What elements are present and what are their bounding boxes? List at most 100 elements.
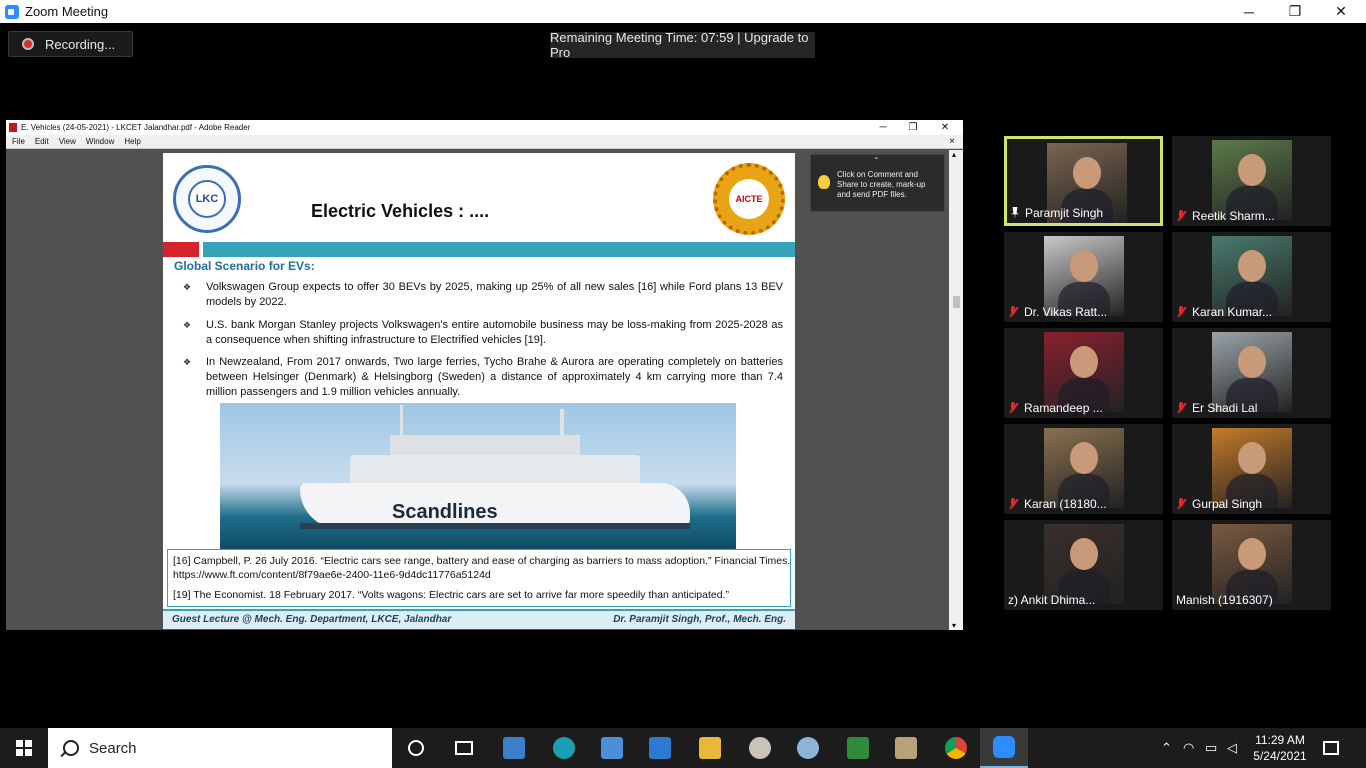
participant-name-text: Manish (1916307) (1176, 593, 1273, 607)
participant-tile[interactable]: Dr. Vikas Ratt... (1004, 232, 1163, 322)
file-explorer-app[interactable] (686, 728, 734, 768)
zoom-app-icon (5, 4, 19, 19)
store-app[interactable] (588, 728, 636, 768)
participant-tile[interactable]: Karan (18180... (1004, 424, 1163, 514)
excel-app[interactable] (834, 728, 882, 768)
notification-icon[interactable] (1323, 741, 1339, 755)
lightbulb-icon (818, 175, 830, 189)
windows-logo-icon (16, 740, 32, 756)
system-tray: ⌃ ◠ ▭ ◁ 11:29 AM 5/24/2021 (1151, 728, 1366, 768)
footer-right: Dr. Paramjit Singh, Prof., Mech. Eng. (613, 614, 786, 625)
participant-video (1212, 524, 1292, 604)
bullet-text: Volkswagen Group expects to offer 30 BEV… (206, 281, 783, 308)
bullet-item: ❖ In Newzealand, From 2017 onwards, Two … (183, 355, 783, 400)
participant-face (1070, 346, 1098, 378)
participant-name: Dr. Vikas Ratt... (1008, 305, 1107, 319)
diamond-bullet-icon: ❖ (183, 282, 192, 292)
mic-muted-icon (1008, 498, 1018, 510)
minimize-button[interactable]: ─ (1226, 0, 1272, 23)
remaining-time-banner[interactable]: Remaining Meeting Time: 07:59 | Upgrade … (550, 30, 815, 60)
diamond-bullet-icon: ❖ (183, 357, 192, 367)
lkc-logo: LKC (173, 165, 241, 233)
participant-tile[interactable]: Manish (1916307) (1172, 520, 1331, 610)
reader-titlebar: E. Vehicles (24-05-2021) - LKCET Jalandh… (6, 120, 963, 135)
aicte-logo-text: AICTE (729, 179, 769, 219)
ferry-photo: Scandlines (220, 403, 736, 549)
menu-edit[interactable]: Edit (35, 137, 49, 146)
participant-video (1212, 236, 1292, 316)
slide-title: Electric Vehicles : .... (311, 201, 490, 221)
mail-app[interactable] (636, 728, 684, 768)
menu-file[interactable]: File (12, 137, 25, 146)
scroll-down-icon[interactable]: ▾ (952, 621, 956, 630)
reader-minimize-button[interactable]: ─ (868, 120, 898, 135)
reader-restore-button[interactable]: ❐ (898, 120, 928, 135)
recording-indicator[interactable]: Recording... (8, 31, 133, 57)
bullet-item: ❖ U.S. bank Morgan Stanley projects Volk… (183, 318, 783, 348)
reference-16: [16] Campbell, P. 26 July 2016. “Electri… (173, 555, 791, 581)
chrome-app[interactable] (932, 728, 980, 768)
participant-tile[interactable]: Karan Kumar... (1172, 232, 1331, 322)
record-icon (22, 38, 34, 50)
paint3d-app[interactable] (784, 728, 832, 768)
search-placeholder: Search (89, 739, 137, 757)
restore-button[interactable]: ❐ (1272, 0, 1318, 23)
folder-icon (699, 737, 721, 759)
diamond-bullet-icon: ❖ (183, 320, 192, 330)
taskbar-search[interactable]: Search (48, 728, 392, 768)
menu-view[interactable]: View (59, 137, 76, 146)
start-button[interactable] (0, 728, 48, 768)
participant-name-text: Paramjit Singh (1025, 206, 1104, 220)
close-button[interactable]: ✕ (1318, 0, 1364, 23)
participant-tile[interactable]: z) Ankit Dhima... (1004, 520, 1163, 610)
bullet-text: In Newzealand, From 2017 onwards, Two la… (206, 356, 783, 398)
participant-face (1238, 154, 1266, 186)
participant-name: Er Shadi Lal (1176, 401, 1257, 415)
wifi-icon[interactable]: ◠ (1183, 740, 1194, 756)
scroll-thumb[interactable] (953, 296, 960, 308)
participant-tile[interactable]: Reetik Sharm... (1172, 136, 1331, 226)
remaining-time-text: Remaining Meeting Time: 07:59 | Upgrade … (550, 30, 809, 60)
comment-share-tip[interactable]: ⌃ Click on Comment and Share to create, … (810, 154, 945, 212)
bullet-text: U.S. bank Morgan Stanley projects Volksw… (206, 319, 783, 346)
participant-name: z) Ankit Dhima... (1008, 593, 1095, 607)
calculator-app[interactable] (490, 728, 538, 768)
reader-close-button[interactable]: ✕ (930, 120, 960, 135)
participant-name-text: Er Shadi Lal (1192, 401, 1258, 415)
participant-name-text: z) Ankit Dhima... (1008, 593, 1096, 607)
participant-name-text: Karan Kumar... (1192, 305, 1273, 319)
cortana-button[interactable] (392, 728, 440, 768)
scroll-up-icon[interactable]: ▴ (952, 150, 956, 159)
section-heading: Global Scenario for EVs: (174, 259, 315, 273)
mic-muted-icon (1008, 306, 1018, 318)
menu-window[interactable]: Window (86, 137, 114, 146)
close-document-button[interactable]: × (949, 136, 955, 147)
participant-tile[interactable]: Ramandeep ... (1004, 328, 1163, 418)
participant-tile[interactable]: Gurpal Singh (1172, 424, 1331, 514)
participant-video (1044, 236, 1124, 316)
participant-tile[interactable]: Paramjit Singh (1004, 136, 1163, 226)
zoom-icon (993, 736, 1015, 758)
books-app[interactable] (882, 728, 930, 768)
chevron-up-icon[interactable]: ⌃ (1161, 740, 1172, 756)
reader-scrollbar[interactable]: ▴ ▾ (949, 150, 963, 630)
collapse-icon[interactable]: ⌃ (873, 156, 880, 166)
bullet-item: ❖ Volkswagen Group expects to offer 30 B… (183, 280, 783, 310)
paint-app[interactable] (736, 728, 784, 768)
volume-icon[interactable]: ◁ (1227, 740, 1237, 756)
pin-icon (1011, 207, 1019, 219)
clock-date: 5/24/2021 (1253, 749, 1307, 763)
reader-menubar: File Edit View Window Help × (6, 135, 963, 149)
battery-icon[interactable]: ▭ (1205, 740, 1217, 756)
edge-app[interactable] (540, 728, 588, 768)
aicte-logo: AICTE (713, 163, 785, 235)
mic-muted-icon (1176, 306, 1186, 318)
participant-tile[interactable]: Er Shadi Lal (1172, 328, 1331, 418)
clock[interactable]: 11:29 AM 5/24/2021 (1249, 732, 1311, 764)
menu-help[interactable]: Help (124, 137, 140, 146)
zoom-app[interactable] (980, 728, 1028, 768)
participant-video (1212, 428, 1292, 508)
reference-19: [19] The Economist. 18 February 2017. “V… (173, 589, 729, 601)
task-view-button[interactable] (440, 728, 488, 768)
clock-time: 11:29 AM (1255, 733, 1305, 747)
